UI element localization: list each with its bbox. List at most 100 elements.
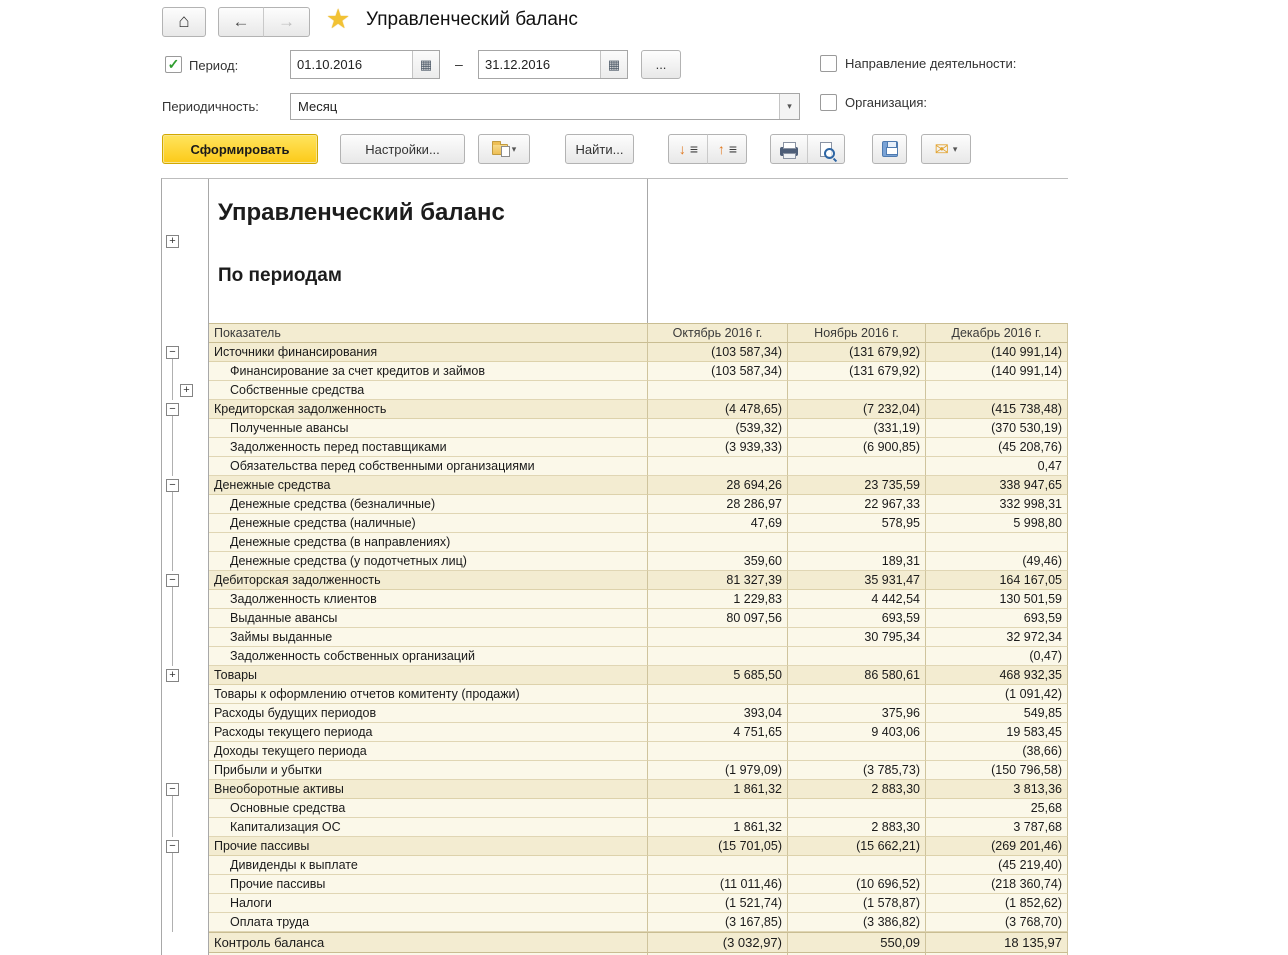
cell-value[interactable] xyxy=(926,533,1068,552)
row-label[interactable]: Собственные средства xyxy=(209,381,648,400)
row-label[interactable]: Задолженность перед поставщиками xyxy=(209,438,648,457)
report-variants-button[interactable]: ▾ xyxy=(478,134,530,164)
expander-plus-icon[interactable]: + xyxy=(180,384,193,397)
save-button[interactable] xyxy=(872,134,907,164)
cell-value[interactable]: (45 208,76) xyxy=(926,438,1068,457)
row-label[interactable]: Задолженность клиентов xyxy=(209,590,648,609)
row-label[interactable]: Полученные авансы xyxy=(209,419,648,438)
cell-value[interactable]: 359,60 xyxy=(648,552,788,571)
table-row[interactable]: Основные средства 25,68 xyxy=(162,799,1068,818)
period-to-input[interactable] xyxy=(479,51,600,78)
table-row[interactable]: Контроль баланса (3 032,97) 550,09 18 135,9… xyxy=(162,932,1068,953)
cell-value[interactable] xyxy=(788,856,926,875)
cell-value[interactable]: 1 861,32 xyxy=(648,780,788,799)
table-row[interactable]: Расходы будущих периодов 393,04 375,96 549,… xyxy=(162,704,1068,723)
cell-value[interactable]: (131 679,92) xyxy=(788,362,926,381)
row-label[interactable]: Источники финансирования xyxy=(209,343,648,362)
cell-value[interactable]: 693,59 xyxy=(926,609,1068,628)
cell-value[interactable] xyxy=(648,685,788,704)
row-label[interactable]: Прочие пассивы xyxy=(209,875,648,894)
cell-value[interactable]: 23 735,59 xyxy=(788,476,926,495)
cell-value[interactable] xyxy=(788,799,926,818)
cell-value[interactable] xyxy=(648,856,788,875)
cell-value[interactable]: 32 972,34 xyxy=(926,628,1068,647)
cell-value[interactable]: 332 998,31 xyxy=(926,495,1068,514)
settings-button[interactable]: Настройки... xyxy=(340,134,465,164)
cell-value[interactable]: 189,31 xyxy=(788,552,926,571)
table-row[interactable]: Денежные средства (в направлениях) xyxy=(162,533,1068,552)
print-button[interactable] xyxy=(770,134,808,164)
cell-value[interactable]: 393,04 xyxy=(648,704,788,723)
cell-value[interactable] xyxy=(788,533,926,552)
row-label[interactable]: Дебиторская задолженность xyxy=(209,571,648,590)
cell-value[interactable]: 468 932,35 xyxy=(926,666,1068,685)
expander-minus-icon[interactable]: − xyxy=(166,479,179,492)
cell-value[interactable]: (370 530,19) xyxy=(926,419,1068,438)
table-row[interactable]: Обязательства перед собственными организ… xyxy=(162,457,1068,476)
cell-value[interactable]: (3 386,82) xyxy=(788,913,926,932)
cell-value[interactable]: 35 931,47 xyxy=(788,571,926,590)
table-row[interactable]: Выданные авансы 80 097,56 693,59 693,59 xyxy=(162,609,1068,628)
cell-value[interactable] xyxy=(648,381,788,400)
row-label[interactable]: Финансирование за счет кредитов и займов xyxy=(209,362,648,381)
periodicity-select[interactable]: Месяц ▾ xyxy=(290,93,800,120)
table-row[interactable]: Денежные средства (безналичные) 28 286,97… xyxy=(162,495,1068,514)
cell-value[interactable]: 1 229,83 xyxy=(648,590,788,609)
table-row[interactable]: Дивиденды к выплате (45 219,40) xyxy=(162,856,1068,875)
expander-plus-icon[interactable]: + xyxy=(166,235,179,248)
cell-value[interactable]: 25,68 xyxy=(926,799,1068,818)
table-row[interactable]: Прочие пассивы (11 011,46) (10 696,52) (218… xyxy=(162,875,1068,894)
cell-value[interactable]: (45 219,40) xyxy=(926,856,1068,875)
cell-value[interactable]: 3 787,68 xyxy=(926,818,1068,837)
cell-value[interactable] xyxy=(788,457,926,476)
cell-value[interactable]: 18 135,97 xyxy=(926,932,1068,953)
print-preview-button[interactable] xyxy=(807,134,845,164)
row-label[interactable]: Прибыли и убытки xyxy=(209,761,648,780)
favorite-star-icon[interactable]: ★ xyxy=(326,4,350,35)
row-label[interactable]: Прочие пассивы xyxy=(209,837,648,856)
row-label[interactable]: Денежные средства (в направлениях) xyxy=(209,533,648,552)
cell-value[interactable]: (415 738,48) xyxy=(926,400,1068,419)
column-header-december[interactable]: Декабрь 2016 г. xyxy=(926,323,1068,343)
cell-value[interactable] xyxy=(788,381,926,400)
cell-value[interactable]: 164 167,05 xyxy=(926,571,1068,590)
expander-minus-icon[interactable]: − xyxy=(166,840,179,853)
expand-groups-button[interactable]: ↓ ≡ xyxy=(668,134,708,164)
period-checkbox[interactable]: ✓ xyxy=(165,56,182,73)
cell-value[interactable]: 4 442,54 xyxy=(788,590,926,609)
row-label[interactable]: Товары xyxy=(209,666,648,685)
row-label[interactable]: Капитализация ОС xyxy=(209,818,648,837)
cell-value[interactable]: 2 883,30 xyxy=(788,818,926,837)
cell-value[interactable] xyxy=(926,381,1068,400)
find-button[interactable]: Найти... xyxy=(565,134,634,164)
calendar-button[interactable]: ▦ xyxy=(600,51,627,78)
row-label[interactable]: Обязательства перед собственными организ… xyxy=(209,457,648,476)
row-label[interactable]: Основные средства xyxy=(209,799,648,818)
table-row[interactable]: Товары к оформлению отчетов комитенту (п… xyxy=(162,685,1068,704)
cell-value[interactable]: 28 286,97 xyxy=(648,495,788,514)
cell-value[interactable]: (3 785,73) xyxy=(788,761,926,780)
cell-value[interactable]: (49,46) xyxy=(926,552,1068,571)
period-from-input[interactable] xyxy=(291,51,412,78)
cell-value[interactable]: 375,96 xyxy=(788,704,926,723)
cell-value[interactable]: (131 679,92) xyxy=(788,343,926,362)
table-row[interactable]: − Денежные средства 28 694,26 23 735,59 338 … xyxy=(162,476,1068,495)
table-row[interactable]: − Источники финансирования (103 587,34) (13… xyxy=(162,343,1068,362)
cell-value[interactable]: (103 587,34) xyxy=(648,343,788,362)
cell-value[interactable]: (331,19) xyxy=(788,419,926,438)
row-label[interactable]: Займы выданные xyxy=(209,628,648,647)
dropdown-button[interactable]: ▾ xyxy=(779,94,799,119)
expander-minus-icon[interactable]: − xyxy=(166,346,179,359)
expander-minus-icon[interactable]: − xyxy=(166,574,179,587)
cell-value[interactable]: (11 011,46) xyxy=(648,875,788,894)
cell-value[interactable]: 693,59 xyxy=(788,609,926,628)
cell-value[interactable]: (3 167,85) xyxy=(648,913,788,932)
cell-value[interactable]: (103 587,34) xyxy=(648,362,788,381)
cell-value[interactable]: (539,32) xyxy=(648,419,788,438)
cell-value[interactable]: (3 768,70) xyxy=(926,913,1068,932)
cell-value[interactable]: (140 991,14) xyxy=(926,343,1068,362)
back-button[interactable]: ← xyxy=(218,7,264,37)
cell-value[interactable] xyxy=(788,647,926,666)
table-row[interactable]: − Кредиторская задолженность (4 478,65) (7 … xyxy=(162,400,1068,419)
column-header-october[interactable]: Октябрь 2016 г. xyxy=(648,323,788,343)
